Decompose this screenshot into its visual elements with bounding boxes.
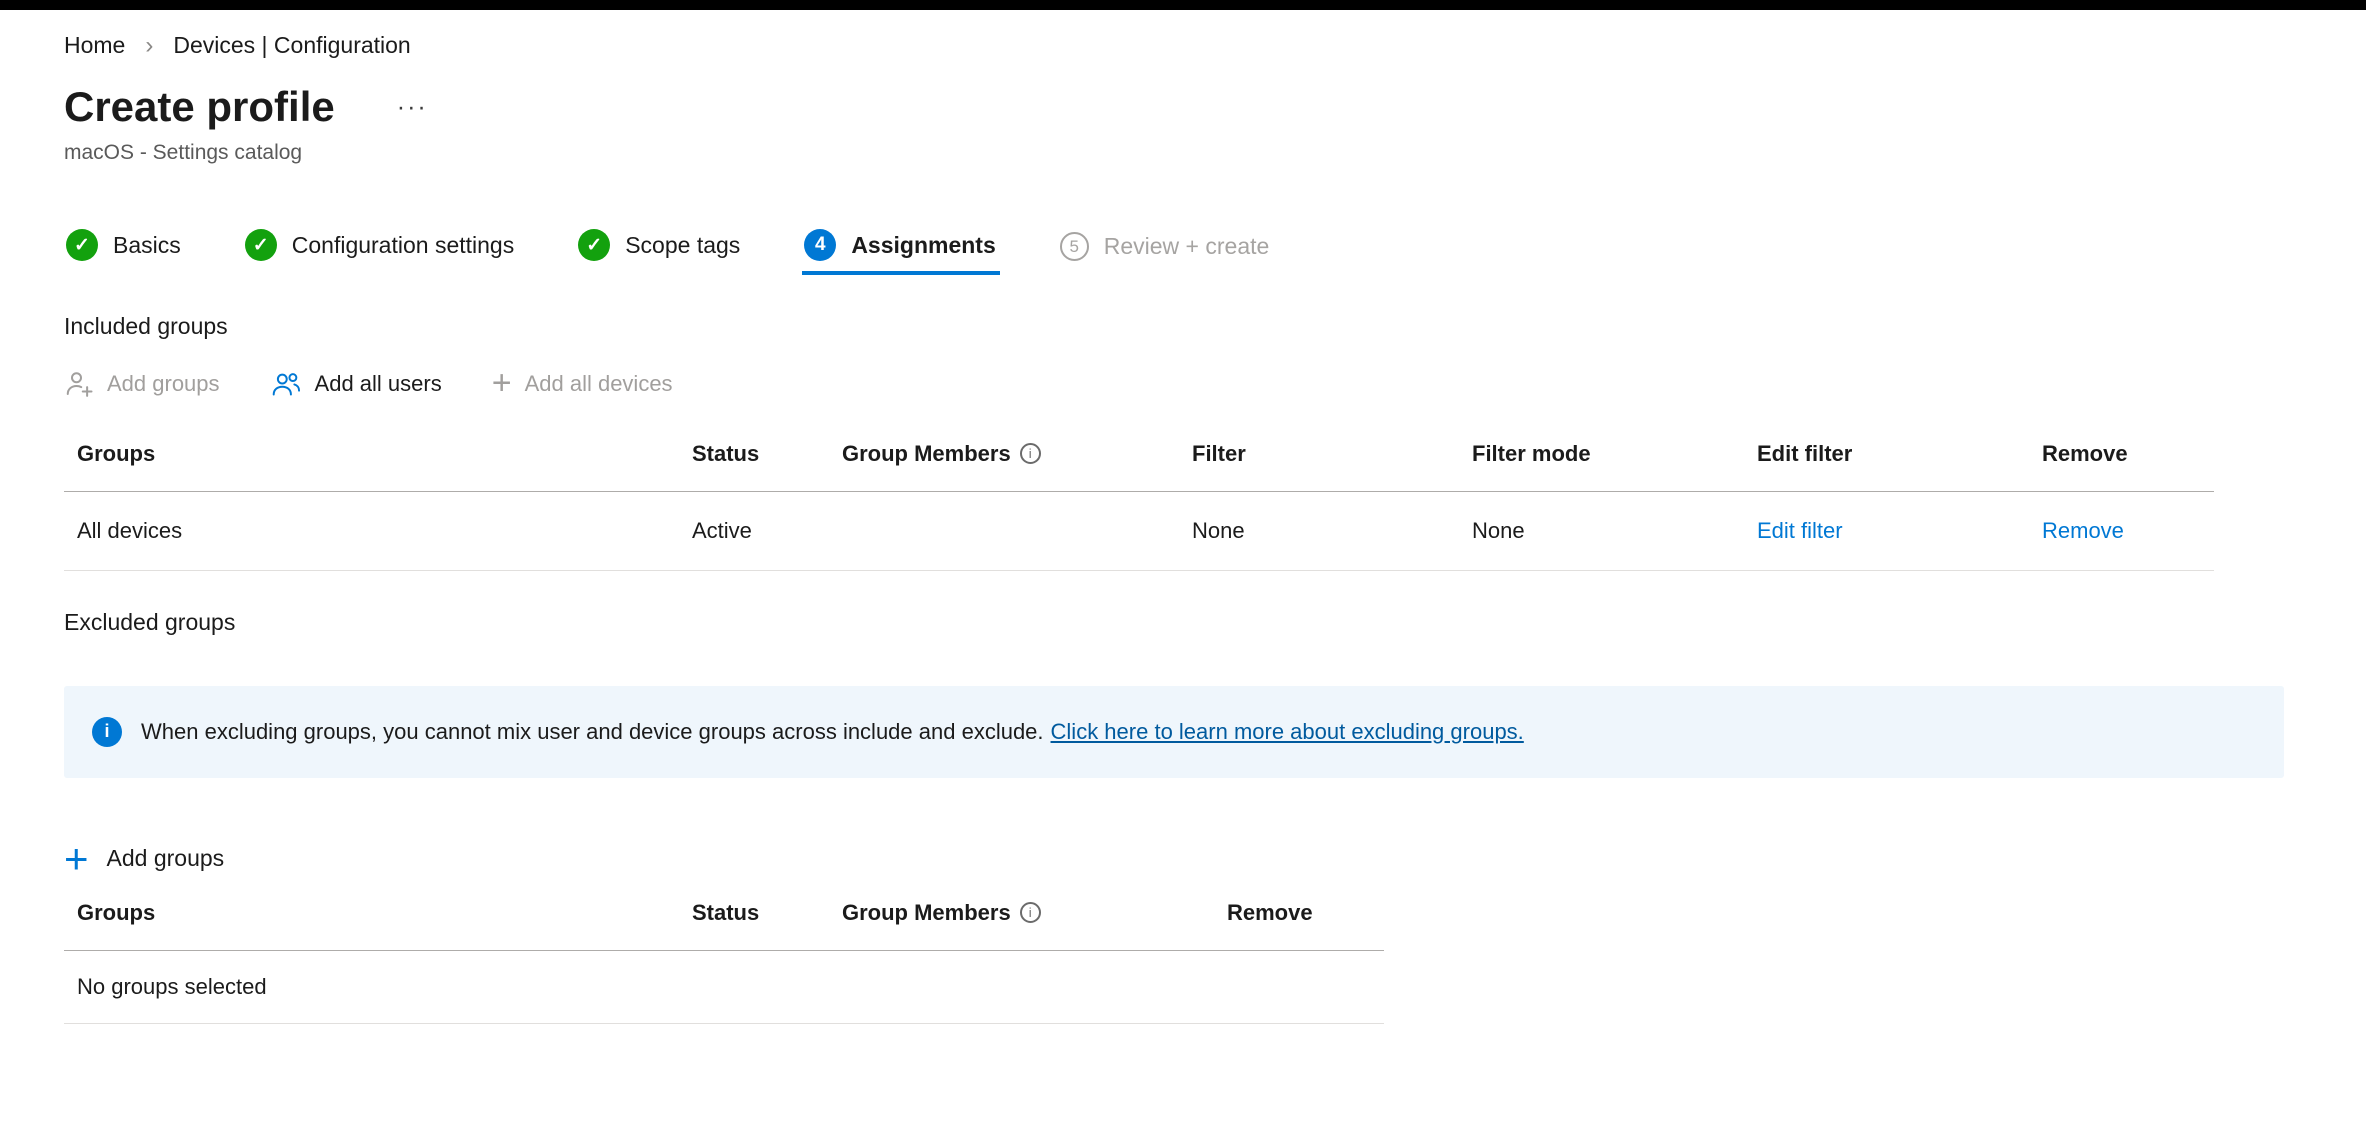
- empty-state-row: No groups selected: [64, 951, 1384, 1024]
- create-profile-page: Home › Devices | Configuration Create pr…: [0, 10, 2366, 1024]
- chevron-right-icon: ›: [145, 34, 153, 58]
- breadcrumb-devices-configuration[interactable]: Devices | Configuration: [173, 32, 410, 59]
- add-all-users-button[interactable]: Add all users: [270, 369, 442, 399]
- toolbar-button-label: Add all devices: [525, 371, 673, 397]
- column-header-group-members: Group Members i: [829, 433, 1179, 492]
- breadcrumb: Home › Devices | Configuration: [64, 32, 2302, 59]
- more-actions-button[interactable]: ···: [397, 93, 428, 122]
- info-icon: i: [92, 717, 122, 747]
- column-header-filter: Filter: [1179, 433, 1459, 492]
- column-header-groups: Groups: [64, 892, 679, 951]
- step-number-icon: 4: [804, 229, 836, 261]
- add-groups-button[interactable]: Add groups: [64, 369, 220, 399]
- column-header-groups: Groups: [64, 433, 679, 492]
- tab-configuration-settings[interactable]: ✓ Configuration settings: [243, 229, 518, 275]
- check-circle-icon: ✓: [66, 229, 98, 261]
- page-title: Create profile: [64, 83, 335, 131]
- plus-icon: +: [492, 368, 512, 399]
- step-label: Scope tags: [625, 232, 740, 259]
- add-groups-label: Add groups: [107, 845, 225, 872]
- tab-review-create[interactable]: 5 Review + create: [1058, 232, 1274, 275]
- step-number-icon: 5: [1060, 232, 1089, 261]
- step-label: Assignments: [851, 232, 995, 259]
- column-header-remove: Remove: [1214, 892, 1384, 951]
- edit-filter-link[interactable]: Edit filter: [1757, 518, 1843, 543]
- column-header-remove: Remove: [2029, 433, 2214, 492]
- window-top-bar: [0, 0, 2366, 10]
- step-label: Configuration settings: [292, 232, 514, 259]
- tab-basics[interactable]: ✓ Basics: [64, 229, 185, 275]
- column-header-filter-mode: Filter mode: [1459, 433, 1744, 492]
- step-label: Review + create: [1104, 233, 1270, 260]
- cell-filter: None: [1179, 492, 1459, 571]
- step-label: Basics: [113, 232, 181, 259]
- excluded-groups-heading: Excluded groups: [64, 609, 2302, 636]
- column-header-group-members: Group Members i: [829, 892, 1214, 951]
- info-tooltip-icon[interactable]: i: [1020, 902, 1041, 923]
- tab-assignments[interactable]: 4 Assignments: [802, 229, 999, 275]
- tab-scope-tags[interactable]: ✓ Scope tags: [576, 229, 744, 275]
- add-all-devices-button[interactable]: + Add all devices: [492, 368, 673, 399]
- column-header-status: Status: [679, 433, 829, 492]
- cell-status: Active: [679, 492, 829, 571]
- excluded-add-groups-button[interactable]: + Add groups: [64, 840, 224, 878]
- remove-link[interactable]: Remove: [2042, 518, 2124, 543]
- cell-group-members: [829, 492, 1179, 571]
- excluded-groups-table: Groups Status Group Members i Remove No …: [64, 892, 1384, 1024]
- cell-filter-mode: None: [1459, 492, 1744, 571]
- banner-text: When excluding groups, you cannot mix us…: [141, 719, 1524, 745]
- included-groups-toolbar: Add groups Add all users + Add all devic…: [64, 368, 2302, 399]
- cell-groups: All devices: [64, 492, 679, 571]
- learn-more-link[interactable]: Click here to learn more about excluding…: [1051, 719, 1524, 744]
- plus-icon: +: [64, 840, 89, 878]
- included-groups-heading: Included groups: [64, 313, 2302, 340]
- info-tooltip-icon[interactable]: i: [1020, 443, 1041, 464]
- included-groups-table: Groups Status Group Members i Filter Fil…: [64, 433, 2214, 571]
- people-icon: [270, 369, 302, 399]
- toolbar-button-label: Add groups: [107, 371, 220, 397]
- page-subtitle: macOS - Settings catalog: [64, 141, 2302, 165]
- title-row: Create profile ···: [64, 83, 2302, 131]
- wizard-steps: ✓ Basics ✓ Configuration settings ✓ Scop…: [64, 229, 2302, 275]
- info-banner: i When excluding groups, you cannot mix …: [64, 686, 2284, 778]
- check-circle-icon: ✓: [578, 229, 610, 261]
- breadcrumb-home[interactable]: Home: [64, 32, 125, 59]
- toolbar-button-label: Add all users: [315, 371, 442, 397]
- column-header-status: Status: [679, 892, 829, 951]
- person-add-icon: [64, 369, 94, 399]
- check-circle-icon: ✓: [245, 229, 277, 261]
- column-header-edit-filter: Edit filter: [1744, 433, 2029, 492]
